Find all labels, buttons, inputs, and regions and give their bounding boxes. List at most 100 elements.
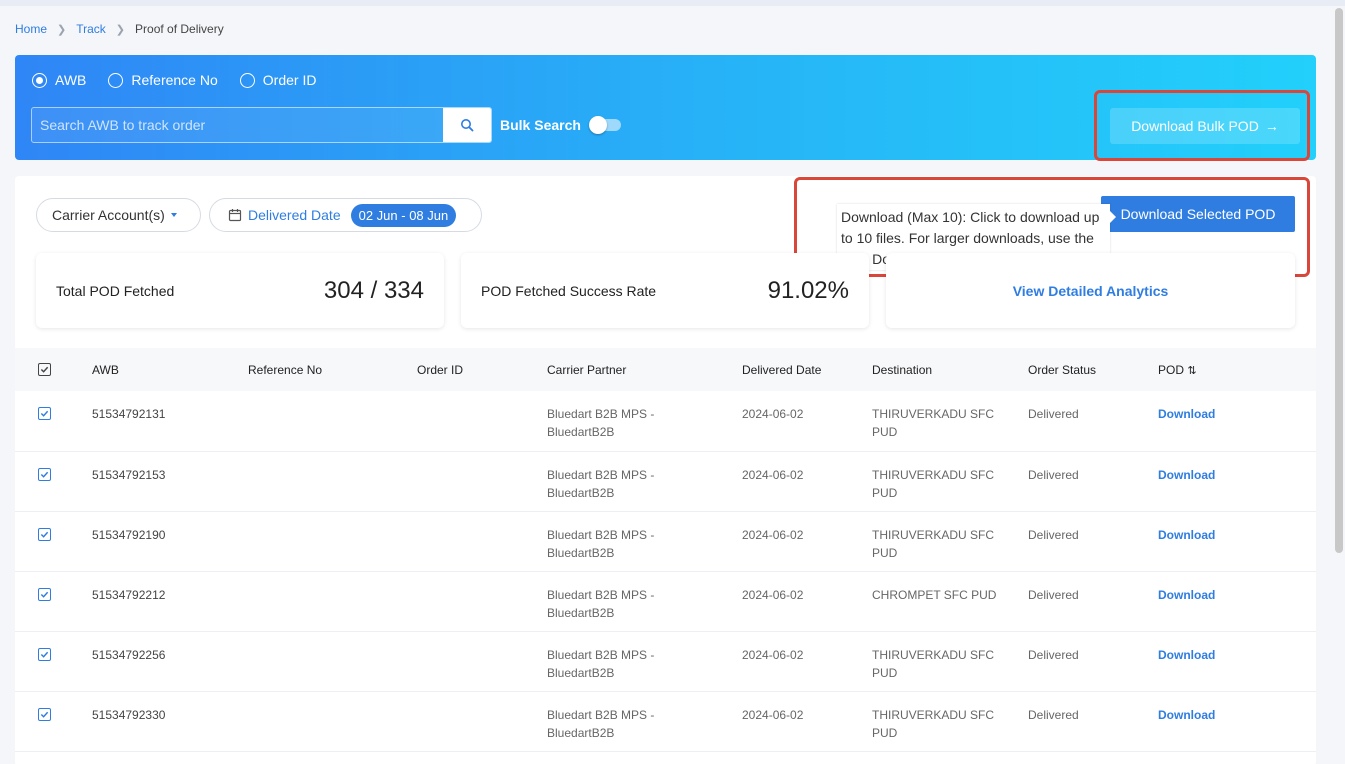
row-select-cell xyxy=(15,691,92,751)
row-checkbox[interactable] xyxy=(38,587,51,601)
status-cell: Delivered xyxy=(1028,587,1079,602)
carrier-cell: Bluedart B2B MPS - BluedartB2B xyxy=(547,587,655,620)
status-cell: Delivered xyxy=(1028,647,1079,662)
download-link[interactable]: Download xyxy=(1158,407,1215,421)
col-pod-label: POD xyxy=(1158,362,1185,377)
analytics-card: View Detailed Analytics xyxy=(886,253,1295,328)
order-id-cell xyxy=(417,631,547,691)
pod-table: AWB Reference No Order ID Carrier Partne… xyxy=(15,348,1316,752)
row-select-cell xyxy=(15,511,92,571)
reference-cell xyxy=(248,391,417,451)
carrier-cell: Bluedart B2B MPS - BluedartB2B xyxy=(547,527,655,560)
pod-cell: Download xyxy=(1158,691,1316,751)
table-row[interactable]: 51534792153 Bluedart B2B MPS - BluedartB2… xyxy=(15,451,1316,511)
destination-cell: THIRUVERKADU SFC PUD xyxy=(872,527,995,560)
breadcrumb: Home ❯ Track ❯ Proof of Delivery xyxy=(15,22,224,36)
carrier-cell: Bluedart B2B MPS - BluedartB2B xyxy=(547,407,655,439)
order-id-cell xyxy=(417,391,547,451)
delivered-date-filter[interactable]: Delivered Date 02 Jun - 08 Jun xyxy=(209,198,482,232)
reference-cell xyxy=(248,691,417,751)
status-cell: Delivered xyxy=(1028,467,1079,482)
download-link[interactable]: Download xyxy=(1158,588,1215,602)
search-input[interactable] xyxy=(32,108,443,142)
radio-awb[interactable]: AWB xyxy=(32,72,86,88)
radio-label: AWB xyxy=(55,72,87,88)
success-rate-label: POD Fetched Success Rate xyxy=(481,282,657,299)
status-cell: Delivered xyxy=(1028,407,1079,421)
order-id-cell xyxy=(417,691,547,751)
destination-cell: THIRUVERKADU SFC PUD xyxy=(872,407,995,439)
row-checkbox[interactable] xyxy=(38,407,51,420)
sort-icon[interactable]: ⇅ xyxy=(1187,365,1196,377)
radio-reference-no[interactable]: Reference No xyxy=(108,72,218,88)
radio-order-id[interactable]: Order ID xyxy=(239,72,317,88)
highlight-box-bulk xyxy=(1094,90,1310,161)
success-rate-card: POD Fetched Success Rate 91.02% xyxy=(461,253,869,328)
bulk-search-toggle[interactable] xyxy=(588,116,621,134)
awb-cell: 51534792190 xyxy=(92,527,166,542)
carrier-cell: Bluedart B2B MPS - BluedartB2B xyxy=(547,467,655,500)
awb-cell: 51534792153 xyxy=(92,467,166,482)
table-row[interactable]: 51534792212 Bluedart B2B MPS - BluedartB2… xyxy=(15,571,1316,631)
download-link[interactable]: Download xyxy=(1158,468,1215,482)
date-range-badge[interactable]: 02 Jun - 08 Jun xyxy=(350,203,457,227)
pod-cell: Download xyxy=(1158,571,1316,631)
delivered-date-cell: 2024-06-02 xyxy=(742,467,804,482)
breadcrumb-current: Proof of Delivery xyxy=(135,22,224,36)
reference-cell xyxy=(248,571,417,631)
search-mode-group: AWB Reference No Order ID xyxy=(32,72,316,88)
breadcrumb-home[interactable]: Home xyxy=(15,22,47,36)
carrier-account-filter[interactable]: Carrier Account(s) xyxy=(36,198,201,232)
check-icon xyxy=(40,651,49,658)
download-link[interactable]: Download xyxy=(1158,648,1215,662)
delivered-date-cell: 2024-06-02 xyxy=(742,707,804,722)
radio-unselected-icon[interactable] xyxy=(108,72,124,88)
total-pod-value: 304 / 334 xyxy=(323,276,424,304)
destination-cell: CHROMPET SFC PUD xyxy=(872,587,997,602)
select-all-checkbox[interactable] xyxy=(38,362,51,376)
check-icon xyxy=(40,366,49,373)
table-row[interactable]: 51534792131 Bluedart B2B MPS - BluedartB2… xyxy=(15,391,1316,451)
search-icon xyxy=(461,119,474,132)
pod-cell: Download xyxy=(1158,631,1316,691)
pod-cell: Download xyxy=(1158,391,1316,451)
table-header-row: AWB Reference No Order ID Carrier Partne… xyxy=(15,348,1316,391)
col-carrier-partner: Carrier Partner xyxy=(547,362,627,377)
row-select-cell xyxy=(15,631,92,691)
search-button[interactable] xyxy=(443,108,491,142)
table-row[interactable]: 51534792330 Bluedart B2B MPS - BluedartB2… xyxy=(15,691,1316,751)
top-bar xyxy=(0,0,1345,6)
breadcrumb-track[interactable]: Track xyxy=(76,22,106,36)
order-id-cell xyxy=(417,571,547,631)
col-destination: Destination xyxy=(872,362,933,377)
search-box xyxy=(31,107,492,143)
table-row[interactable]: 51534792256 Bluedart B2B MPS - BluedartB2… xyxy=(15,631,1316,691)
row-checkbox[interactable] xyxy=(38,707,51,721)
status-cell: Delivered xyxy=(1028,707,1079,722)
status-cell: Delivered xyxy=(1028,527,1079,542)
calendar-icon xyxy=(228,209,242,222)
check-icon xyxy=(40,471,49,478)
pod-cell: Download xyxy=(1158,451,1316,511)
row-checkbox[interactable] xyxy=(38,527,51,541)
row-select-cell xyxy=(15,571,92,631)
view-analytics-link[interactable]: View Detailed Analytics xyxy=(1013,283,1169,299)
row-checkbox[interactable] xyxy=(38,467,51,481)
awb-cell: 51534792131 xyxy=(92,407,166,421)
reference-cell xyxy=(248,511,417,571)
delivered-date-cell: 2024-06-02 xyxy=(742,527,804,542)
check-icon xyxy=(40,410,49,417)
col-order-status: Order Status xyxy=(1028,362,1097,377)
pod-cell: Download xyxy=(1158,511,1316,571)
radio-label: Order ID xyxy=(262,72,317,88)
download-link[interactable]: Download xyxy=(1158,708,1215,722)
col-pod[interactable]: POD ⇅ xyxy=(1158,348,1316,391)
row-checkbox[interactable] xyxy=(38,647,51,661)
scrollbar[interactable] xyxy=(1335,8,1343,553)
table-row[interactable]: 51534792190 Bluedart B2B MPS - BluedartB2… xyxy=(15,511,1316,571)
radio-unselected-icon[interactable] xyxy=(239,72,255,88)
total-pod-label: Total POD Fetched xyxy=(56,282,175,299)
radio-selected-icon[interactable] xyxy=(32,72,47,88)
reference-cell xyxy=(248,451,417,511)
download-link[interactable]: Download xyxy=(1158,528,1215,542)
